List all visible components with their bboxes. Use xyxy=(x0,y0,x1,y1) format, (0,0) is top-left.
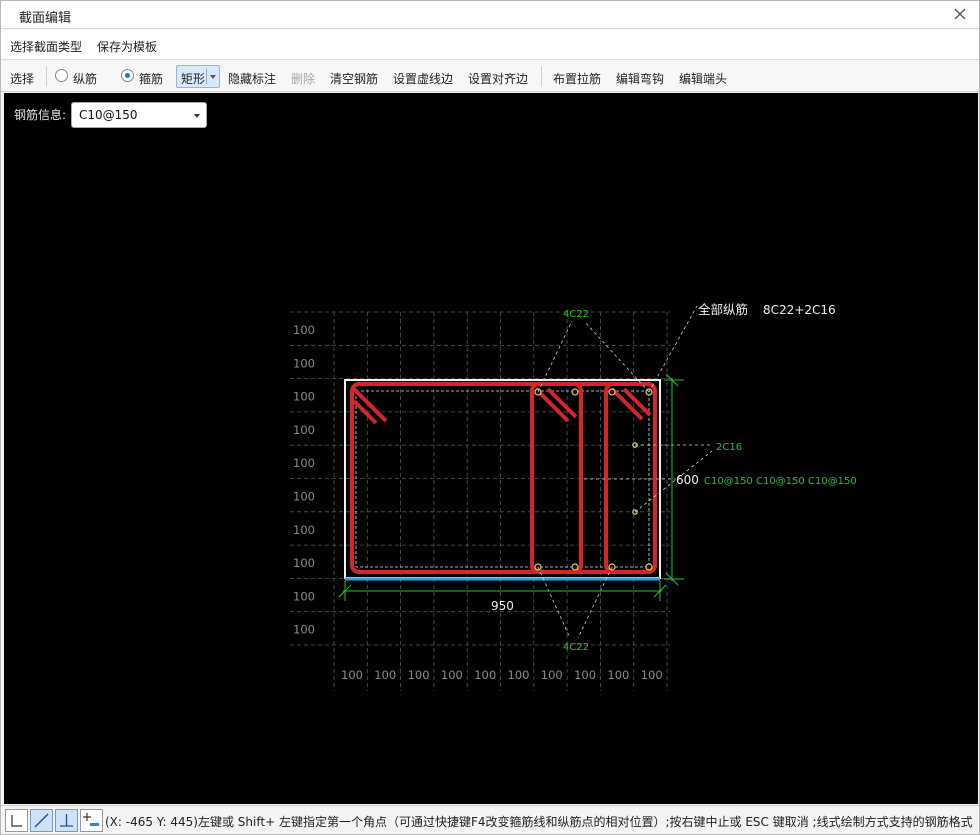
grid-label-vertical: 100 xyxy=(293,589,315,603)
grid-label-horizontal: 100 xyxy=(508,668,530,682)
section-drawing[interactable]: 100 100 100 100 100 100 100 100 100 100 100 100 100 1… xyxy=(4,93,978,804)
select-button[interactable]: 选择 xyxy=(10,70,34,87)
grid-label-vertical: 100 xyxy=(293,323,315,337)
grid xyxy=(290,311,670,691)
chevron-down-icon xyxy=(210,75,216,79)
grid-label-vertical: 100 xyxy=(293,390,315,404)
shape-label: 矩形 xyxy=(181,72,206,86)
plus-icon xyxy=(83,813,99,826)
set-dashed-edge-button[interactable]: 设置虚线边 xyxy=(393,70,453,87)
toolbar-divider xyxy=(541,66,542,87)
top-bars-label: 4C22 xyxy=(563,309,589,320)
grid-label-vertical: 100 xyxy=(293,423,315,437)
drawing-canvas[interactable]: 100 100 100 100 100 100 100 100 100 100 100 100 100 1… xyxy=(4,93,978,804)
menu-bar: 选择截面类型 保存为模板 xyxy=(1,30,979,60)
grid-label-horizontal: 100 xyxy=(408,668,430,682)
perpendicular-icon xyxy=(60,814,73,827)
bottom-bars-label: 4C22 xyxy=(563,642,589,653)
grid-label-vertical: 100 xyxy=(293,556,315,570)
chevron-down-icon xyxy=(194,114,200,118)
diagonal-line-icon xyxy=(34,813,49,828)
status-bar: (X: -465 Y: 445)左键或 Shift+ 左键指定第一个角点（可通过… xyxy=(1,805,979,834)
grid-label-vertical: 100 xyxy=(293,523,315,537)
grid-label-vertical: 100 xyxy=(293,490,315,504)
height-dimension: 600 xyxy=(676,473,699,487)
rebar-info-select[interactable]: C10@150 xyxy=(71,102,207,128)
delete-button[interactable]: 删除 xyxy=(291,70,315,87)
section-outline[interactable] xyxy=(344,379,661,579)
radio-longitudinal[interactable] xyxy=(55,69,68,82)
grid-label-horizontal: 100 xyxy=(374,668,396,682)
rebar-info-label: 钢筋信息: xyxy=(14,108,67,122)
toolbar: 选择 纵筋 箍筋 矩形 隐藏标注 删除 清空钢筋 设置虚线边 设置对齐边 布置拉… xyxy=(1,61,979,92)
grid-label-horizontal: 100 xyxy=(574,668,596,682)
place-tie-button[interactable]: 布置拉筋 xyxy=(553,70,601,87)
clear-rebar-button[interactable]: 清空钢筋 xyxy=(330,70,378,87)
all-long-label: 全部纵筋 xyxy=(698,302,748,317)
title-bar: 截面编辑 xyxy=(1,1,979,29)
line-mode-button[interactable] xyxy=(30,809,53,832)
grid-label-horizontal: 100 xyxy=(607,668,629,682)
menu-save-template[interactable]: 保存为模板 xyxy=(97,38,157,55)
grid-label-horizontal: 100 xyxy=(341,668,363,682)
hide-labels-button[interactable]: 隐藏标注 xyxy=(228,70,276,87)
rebar-info-value: C10@150 xyxy=(79,108,138,122)
window-title: 截面编辑 xyxy=(19,11,72,26)
width-dimension: 950 xyxy=(491,599,514,613)
close-icon[interactable] xyxy=(951,5,969,23)
add-point-button[interactable] xyxy=(80,809,103,832)
menu-select-section-type[interactable]: 选择截面类型 xyxy=(10,38,82,55)
grid-label-vertical: 100 xyxy=(293,623,315,637)
shape-divider xyxy=(206,69,207,84)
grid-label-horizontal: 100 xyxy=(441,668,463,682)
radio-stirrup-label: 箍筋 xyxy=(139,72,164,86)
edit-hook-button[interactable]: 编辑弯钩 xyxy=(616,70,664,87)
longitudinal-bars[interactable] xyxy=(534,388,653,571)
side-bars-label: 2C16 xyxy=(716,442,742,453)
stirrup-spec-label: C10@150 C10@150 C10@150 xyxy=(704,476,857,487)
grid-label-vertical: 100 xyxy=(293,356,315,370)
grid-label-horizontal: 100 xyxy=(641,668,663,682)
corner-icon xyxy=(11,815,22,827)
status-text: (X: -465 Y: 445)左键或 Shift+ 左键指定第一个角点（可通过… xyxy=(105,815,973,829)
radio-longitudinal-label: 纵筋 xyxy=(73,72,98,86)
grid-label-vertical: 100 xyxy=(293,456,315,470)
edit-end-button[interactable]: 编辑端头 xyxy=(679,70,727,87)
section-edit-window: 截面编辑 选择截面类型 保存为模板 选择 纵筋 箍筋 矩形 隐藏标注 删除 清空… xyxy=(0,0,980,835)
grid-label-horizontal: 100 xyxy=(541,668,563,682)
radio-stirrup[interactable] xyxy=(121,69,134,82)
leader-lines xyxy=(537,305,713,639)
set-align-edge-button[interactable]: 设置对齐边 xyxy=(468,70,528,87)
grid-label-horizontal: 100 xyxy=(474,668,496,682)
ortho-snap-button[interactable] xyxy=(5,809,28,832)
perpendicular-button[interactable] xyxy=(55,809,78,832)
shape-dropdown-button[interactable]: 矩形 xyxy=(176,65,220,88)
all-long-value: 8C22+2C16 xyxy=(763,303,836,317)
toolbar-divider xyxy=(46,66,47,87)
